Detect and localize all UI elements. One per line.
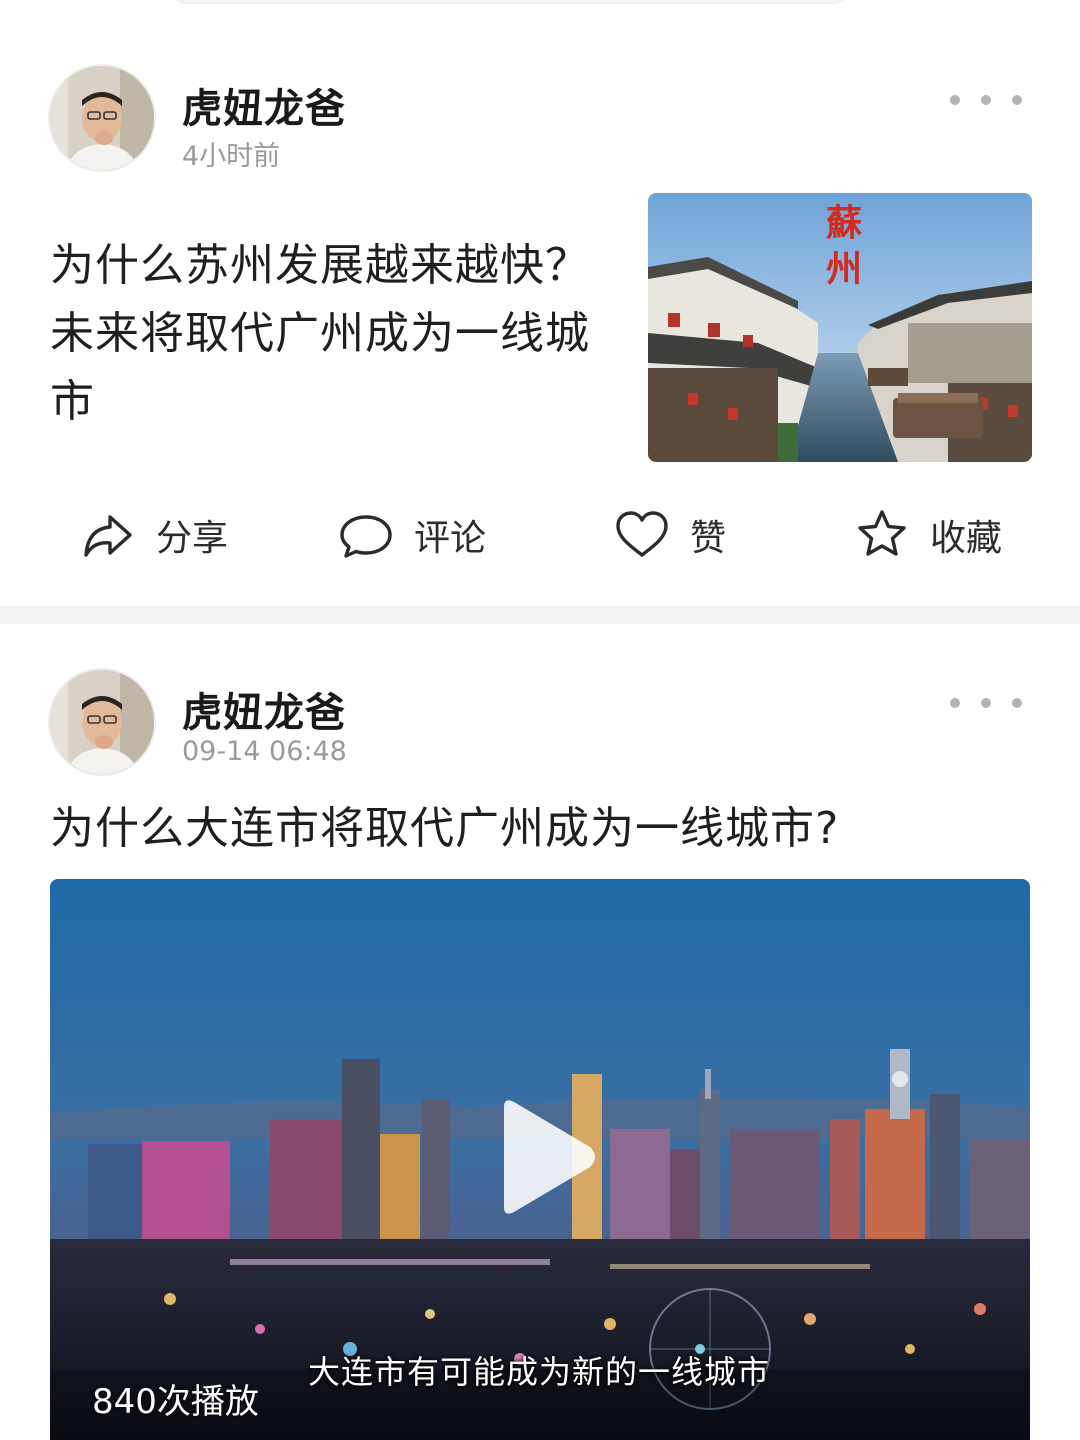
dot-icon: [981, 698, 991, 708]
star-icon: [858, 510, 906, 556]
post-time: 09-14 06:48: [182, 736, 347, 767]
dot-icon: [1012, 698, 1022, 708]
dot-icon: [950, 698, 960, 708]
post-thumbnail[interactable]: 蘇 州: [648, 193, 1032, 462]
comment-button[interactable]: 评论: [338, 500, 486, 570]
more-options-button[interactable]: [950, 88, 1022, 112]
post-time: 4小时前: [182, 141, 281, 172]
share-label: 分享: [156, 518, 229, 559]
author-name[interactable]: 虎妞龙爸: [182, 76, 346, 134]
favorite-label: 收藏: [930, 518, 1003, 559]
post-action-bar: 分享 评论 赞 收藏: [0, 500, 1080, 570]
like-icon: [616, 511, 668, 557]
comment-label: 评论: [414, 518, 487, 559]
play-icon[interactable]: [490, 1097, 600, 1217]
dot-icon: [950, 95, 960, 105]
share-button[interactable]: 分享: [80, 500, 228, 570]
dot-icon: [1012, 95, 1022, 105]
avatar-photo: [50, 66, 154, 170]
avatar[interactable]: [48, 64, 156, 172]
author-name[interactable]: 虎妞龙爸: [182, 680, 346, 738]
thumbnail-title-line-2: 州: [826, 248, 862, 290]
share-icon: [84, 515, 132, 557]
suzhou-canal-image: 蘇 州: [648, 193, 1032, 462]
favorite-button[interactable]: 收藏: [854, 500, 1002, 570]
video-subtitle: 大连市有可能成为新的一线城市: [308, 1353, 771, 1391]
feed-post-dalian[interactable]: 虎妞龙爸 09-14 06:48 为什么大连市将取代广州成为一线城市? 840次…: [0, 624, 1080, 1440]
play-count: 840次播放: [92, 1382, 259, 1422]
avatar[interactable]: [48, 668, 156, 776]
dot-icon: [981, 95, 991, 105]
feed-divider: [0, 606, 1080, 624]
post-title[interactable]: 为什么苏州发展越来越快？未来将取代广州成为一线城市: [50, 232, 610, 436]
avatar-photo: [50, 670, 154, 774]
like-label: 赞: [690, 518, 727, 559]
video-player[interactable]: 840次播放 大连市有可能成为新的一线城市: [50, 879, 1030, 1440]
thumbnail-title-line-1: 蘇: [826, 202, 862, 244]
more-options-button[interactable]: [950, 691, 1022, 715]
feed-post-suzhou[interactable]: 虎妞龙爸 4小时前 为什么苏州发展越来越快？未来将取代广州成为一线城市 蘇 州 …: [0, 0, 1080, 606]
comment-icon: [340, 515, 392, 558]
post-title[interactable]: 为什么大连市将取代广州成为一线城市?: [50, 799, 1040, 859]
like-button[interactable]: 赞: [614, 500, 726, 570]
